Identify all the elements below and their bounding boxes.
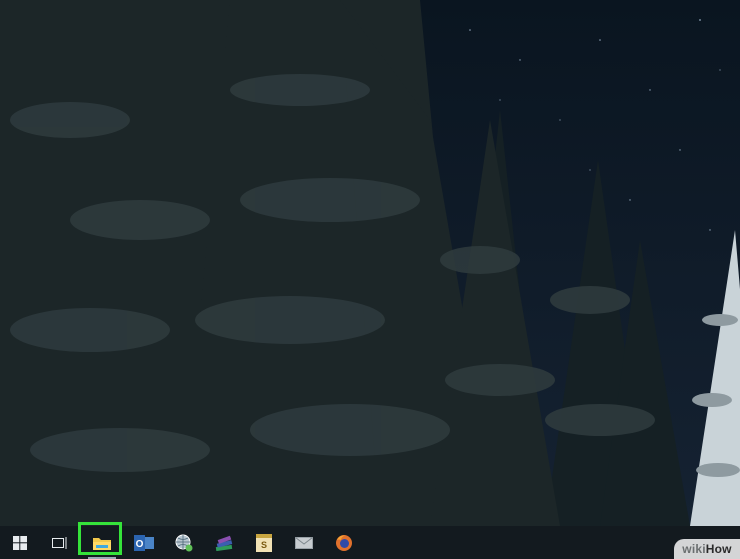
desktop <box>0 0 740 526</box>
outlook-button[interactable]: O <box>124 526 164 559</box>
sway-app-button[interactable]: S <box>244 526 284 559</box>
mail-button[interactable] <box>284 526 324 559</box>
task-view-icon <box>52 536 67 549</box>
svg-text:S: S <box>261 540 267 550</box>
firefox-button[interactable] <box>324 526 364 559</box>
books-app-button[interactable] <box>204 526 244 559</box>
start-button[interactable] <box>0 526 40 559</box>
file-explorer-button[interactable] <box>80 526 124 559</box>
svg-text:O: O <box>136 539 144 550</box>
folder-icon <box>93 537 111 550</box>
outlook-icon: O <box>134 534 154 551</box>
windows-logo-icon <box>13 535 27 550</box>
wikihow-watermark: wiki How <box>674 539 740 559</box>
sway-icon: S <box>256 533 272 552</box>
firefox-icon <box>336 534 352 551</box>
books-icon <box>215 535 233 551</box>
network-app-button[interactable] <box>164 526 204 559</box>
winter-forest-wallpaper <box>0 0 740 526</box>
globe-network-icon <box>175 534 193 551</box>
watermark-wiki: wiki <box>682 542 706 556</box>
watermark-how: How <box>705 542 732 556</box>
mail-icon <box>295 536 313 549</box>
task-view-button[interactable] <box>40 526 80 559</box>
taskbar: O S <box>0 526 740 559</box>
